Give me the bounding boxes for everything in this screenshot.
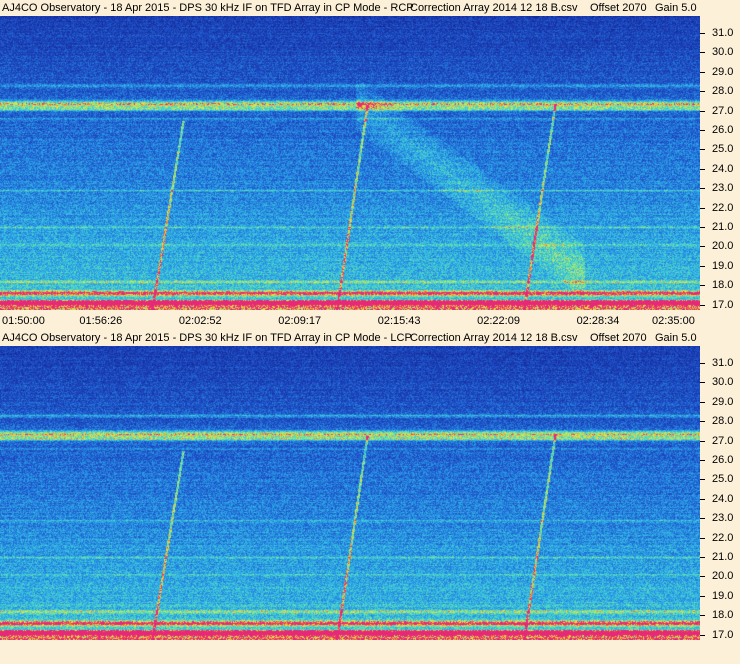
y-tick-label: 27.0	[712, 104, 734, 117]
x-tick-label: 02:09:17	[278, 315, 322, 327]
x-tick-label: 02:15:43	[377, 315, 421, 327]
y-tick-label: 29.0	[712, 395, 734, 408]
y-tick	[700, 304, 705, 306]
spectrogram-panel-lcp: AJ4CO Observatory - 18 Apr 2015 - DPS 30…	[0, 330, 740, 650]
y-tick	[700, 265, 705, 267]
y-tick-label: 29.0	[712, 65, 734, 78]
y-tick	[700, 207, 705, 209]
y-tick-label: 17.0	[712, 628, 734, 641]
panel-title-bar: AJ4CO Observatory - 18 Apr 2015 - DPS 30…	[0, 0, 740, 16]
panel-title: AJ4CO Observatory - 18 Apr 2015 - DPS 30…	[2, 332, 412, 344]
y-tick	[700, 227, 705, 228]
y-tick-label: 23.0	[712, 512, 734, 525]
y-tick	[700, 246, 705, 248]
y-tick	[700, 479, 705, 481]
y-tick	[700, 168, 705, 170]
y-tick-label: 24.0	[712, 162, 734, 175]
y-tick	[700, 382, 705, 384]
y-tick-label: 23.0	[712, 182, 734, 195]
y-tick	[700, 537, 705, 539]
y-tick	[700, 363, 705, 364]
y-tick-label: 26.0	[712, 124, 734, 136]
y-tick-label: 19.0	[712, 589, 734, 602]
x-tick-label: 02:22:09	[477, 315, 520, 327]
y-tick-label: 28.0	[712, 85, 734, 98]
y-tick	[700, 460, 705, 461]
y-tick-label: 25.0	[712, 143, 734, 156]
y-tick-label: 22.0	[712, 201, 734, 214]
panel-title: AJ4CO Observatory - 18 Apr 2015 - DPS 30…	[2, 2, 414, 14]
y-tick	[700, 285, 705, 287]
y-tick	[700, 440, 705, 442]
gain-label: Gain 5.0	[655, 2, 697, 14]
y-tick	[700, 33, 705, 34]
y-tick	[700, 498, 705, 500]
y-tick-label: 30.0	[712, 46, 734, 59]
y-tick-label: 18.0	[712, 279, 734, 292]
y-tick-label: 25.0	[712, 473, 734, 486]
y-tick	[700, 71, 705, 73]
y-tick-label: 31.0	[712, 27, 734, 39]
offset-label: Offset 2070	[590, 332, 647, 344]
y-tick-label: 18.0	[712, 609, 734, 622]
x-tick-label: 02:35:00	[652, 315, 695, 327]
x-tick-label: 02:28:34	[576, 315, 620, 327]
y-tick-label: 26.0	[712, 454, 734, 466]
spectrogram-image[interactable]	[0, 346, 700, 640]
y-tick	[700, 595, 705, 597]
frequency-axis: 31.0 30.0 29.0 28.0 27.0 26.0 25.0 24.0 23.0 22.0…	[700, 16, 740, 311]
panel-title-bar: AJ4CO Observatory - 18 Apr 2015 - DPS 30…	[0, 330, 740, 346]
y-tick-label: 21.0	[712, 221, 734, 233]
y-tick	[700, 576, 705, 578]
y-tick-label: 19.0	[712, 259, 734, 272]
y-tick-label: 20.0	[712, 240, 734, 253]
spectrogram-panel-rcp: AJ4CO Observatory - 18 Apr 2015 - DPS 30…	[0, 0, 740, 328]
y-tick	[700, 52, 705, 54]
gain-label: Gain 5.0	[655, 332, 697, 344]
y-tick	[700, 110, 705, 112]
y-tick-label: 20.0	[712, 570, 734, 583]
y-tick	[700, 518, 705, 520]
y-tick-label: 24.0	[712, 492, 734, 505]
time-axis: 01:50:00 01:56:26 02:02:52 02:09:17 02:15:43…	[0, 310, 740, 328]
y-tick	[700, 130, 705, 131]
y-tick	[700, 91, 705, 93]
y-tick	[700, 421, 705, 423]
y-tick	[700, 149, 705, 151]
y-tick	[700, 615, 705, 617]
y-tick-label: 22.0	[712, 531, 734, 544]
y-tick-label: 31.0	[712, 357, 734, 369]
frequency-axis: 31.0 30.0 29.0 28.0 27.0 26.0 25.0 24.0 23.0 22.0…	[700, 346, 740, 641]
x-tick-label: 01:56:26	[79, 315, 123, 327]
y-tick-label: 28.0	[712, 415, 734, 428]
x-tick-label: 02:02:52	[178, 315, 222, 327]
correction-array-label: Correction Array 2014 12 18 B.csv	[410, 2, 578, 14]
y-tick	[700, 557, 705, 558]
bottom-margin	[0, 650, 740, 664]
y-tick-label: 30.0	[712, 376, 734, 389]
y-tick	[700, 188, 705, 190]
x-tick-label: 01:50:00	[2, 315, 45, 327]
y-tick-label: 21.0	[712, 551, 734, 563]
y-tick	[700, 634, 705, 636]
y-tick-label: 27.0	[712, 434, 734, 447]
correction-array-label: Correction Array 2014 12 18 B.csv	[410, 332, 578, 344]
spectrogram-image[interactable]	[0, 16, 700, 310]
offset-label: Offset 2070	[590, 2, 647, 14]
y-tick-label: 17.0	[712, 298, 734, 311]
y-tick	[700, 401, 705, 403]
